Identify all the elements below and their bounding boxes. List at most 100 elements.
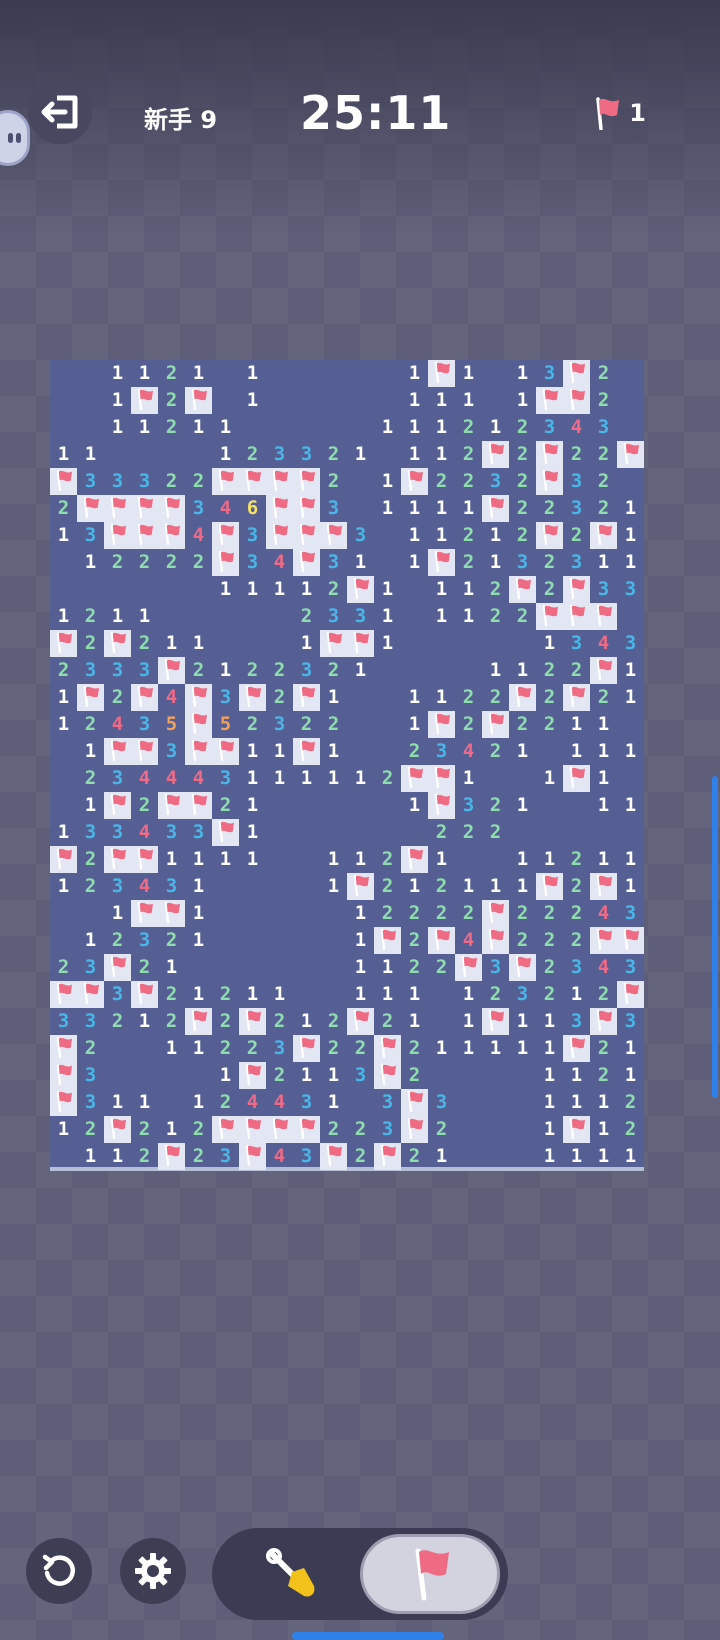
scrollbar[interactable] [712,776,718,1098]
empty-cell[interactable] [509,1143,536,1170]
flagged-cell[interactable] [50,981,77,1008]
number-cell[interactable]: 1 [374,576,401,603]
empty-cell[interactable] [482,1062,509,1089]
number-cell[interactable]: 1 [617,549,644,576]
number-cell[interactable]: 1 [185,846,212,873]
number-cell[interactable]: 1 [482,414,509,441]
empty-cell[interactable] [104,441,131,468]
number-cell[interactable]: 1 [617,873,644,900]
flag-mode-button[interactable] [360,1534,500,1614]
flagged-cell[interactable] [617,441,644,468]
flagged-cell[interactable] [293,549,320,576]
number-cell[interactable]: 2 [320,711,347,738]
empty-cell[interactable] [347,738,374,765]
number-cell[interactable]: 1 [185,900,212,927]
flagged-cell[interactable] [185,684,212,711]
number-cell[interactable]: 2 [185,549,212,576]
number-cell[interactable]: 1 [428,387,455,414]
number-cell[interactable]: 3 [104,981,131,1008]
empty-cell[interactable] [563,819,590,846]
number-cell[interactable]: 2 [158,468,185,495]
number-cell[interactable]: 3 [482,954,509,981]
number-cell[interactable]: 1 [347,954,374,981]
number-cell[interactable]: 2 [455,549,482,576]
number-cell[interactable]: 1 [401,549,428,576]
number-cell[interactable]: 1 [617,738,644,765]
number-cell[interactable]: 1 [428,846,455,873]
empty-cell[interactable] [347,414,374,441]
number-cell[interactable]: 3 [293,441,320,468]
flagged-cell[interactable] [482,495,509,522]
flagged-cell[interactable] [509,954,536,981]
number-cell[interactable]: 2 [374,1008,401,1035]
number-cell[interactable]: 1 [455,981,482,1008]
flagged-cell[interactable] [131,495,158,522]
number-cell[interactable]: 1 [401,711,428,738]
number-cell[interactable]: 2 [401,927,428,954]
number-cell[interactable]: 1 [293,576,320,603]
number-cell[interactable]: 3 [536,414,563,441]
empty-cell[interactable] [374,711,401,738]
empty-cell[interactable] [131,1062,158,1089]
number-cell[interactable]: 1 [590,846,617,873]
number-cell[interactable]: 2 [320,468,347,495]
empty-cell[interactable] [293,927,320,954]
flagged-cell[interactable] [239,1143,266,1170]
flagged-cell[interactable] [158,792,185,819]
number-cell[interactable]: 1 [536,1008,563,1035]
flagged-cell[interactable] [536,468,563,495]
number-cell[interactable]: 2 [239,657,266,684]
empty-cell[interactable] [50,765,77,792]
number-cell[interactable]: 2 [428,468,455,495]
flagged-cell[interactable] [563,576,590,603]
number-cell[interactable]: 1 [320,738,347,765]
number-cell[interactable]: 2 [563,846,590,873]
flagged-cell[interactable] [428,792,455,819]
number-cell[interactable]: 3 [158,819,185,846]
empty-cell[interactable] [374,387,401,414]
empty-cell[interactable] [266,846,293,873]
number-cell[interactable]: 2 [374,873,401,900]
number-cell[interactable]: 1 [239,792,266,819]
number-cell[interactable]: 1 [617,1035,644,1062]
flagged-cell[interactable] [536,603,563,630]
empty-cell[interactable] [617,360,644,387]
empty-cell[interactable] [347,468,374,495]
flagged-cell[interactable] [455,954,482,981]
empty-cell[interactable] [239,900,266,927]
number-cell[interactable]: 1 [428,684,455,711]
empty-cell[interactable] [428,630,455,657]
number-cell[interactable]: 2 [77,603,104,630]
flagged-cell[interactable] [509,576,536,603]
number-cell[interactable]: 1 [617,1062,644,1089]
number-cell[interactable]: 2 [77,873,104,900]
flagged-cell[interactable] [509,684,536,711]
number-cell[interactable]: 3 [77,1089,104,1116]
flagged-cell[interactable] [77,495,104,522]
flagged-cell[interactable] [536,522,563,549]
number-cell[interactable]: 1 [347,846,374,873]
flagged-cell[interactable] [158,900,185,927]
number-cell[interactable]: 1 [158,846,185,873]
number-cell[interactable]: 2 [509,468,536,495]
number-cell[interactable]: 1 [266,981,293,1008]
number-cell[interactable]: 2 [185,468,212,495]
flagged-cell[interactable] [50,846,77,873]
flagged-cell[interactable] [50,630,77,657]
flagged-cell[interactable] [131,387,158,414]
flagged-cell[interactable] [239,1008,266,1035]
number-cell[interactable]: 2 [563,441,590,468]
flagged-cell[interactable] [104,1116,131,1143]
flagged-cell[interactable] [212,738,239,765]
empty-cell[interactable] [50,576,77,603]
number-cell[interactable]: 2 [509,414,536,441]
number-cell[interactable]: 1 [536,1035,563,1062]
flagged-cell[interactable] [131,981,158,1008]
number-cell[interactable]: 1 [239,576,266,603]
flagged-cell[interactable] [239,684,266,711]
number-cell[interactable]: 3 [185,819,212,846]
number-cell[interactable]: 2 [563,927,590,954]
number-cell[interactable]: 2 [266,684,293,711]
number-cell[interactable]: 1 [131,603,158,630]
number-cell[interactable]: 1 [104,387,131,414]
